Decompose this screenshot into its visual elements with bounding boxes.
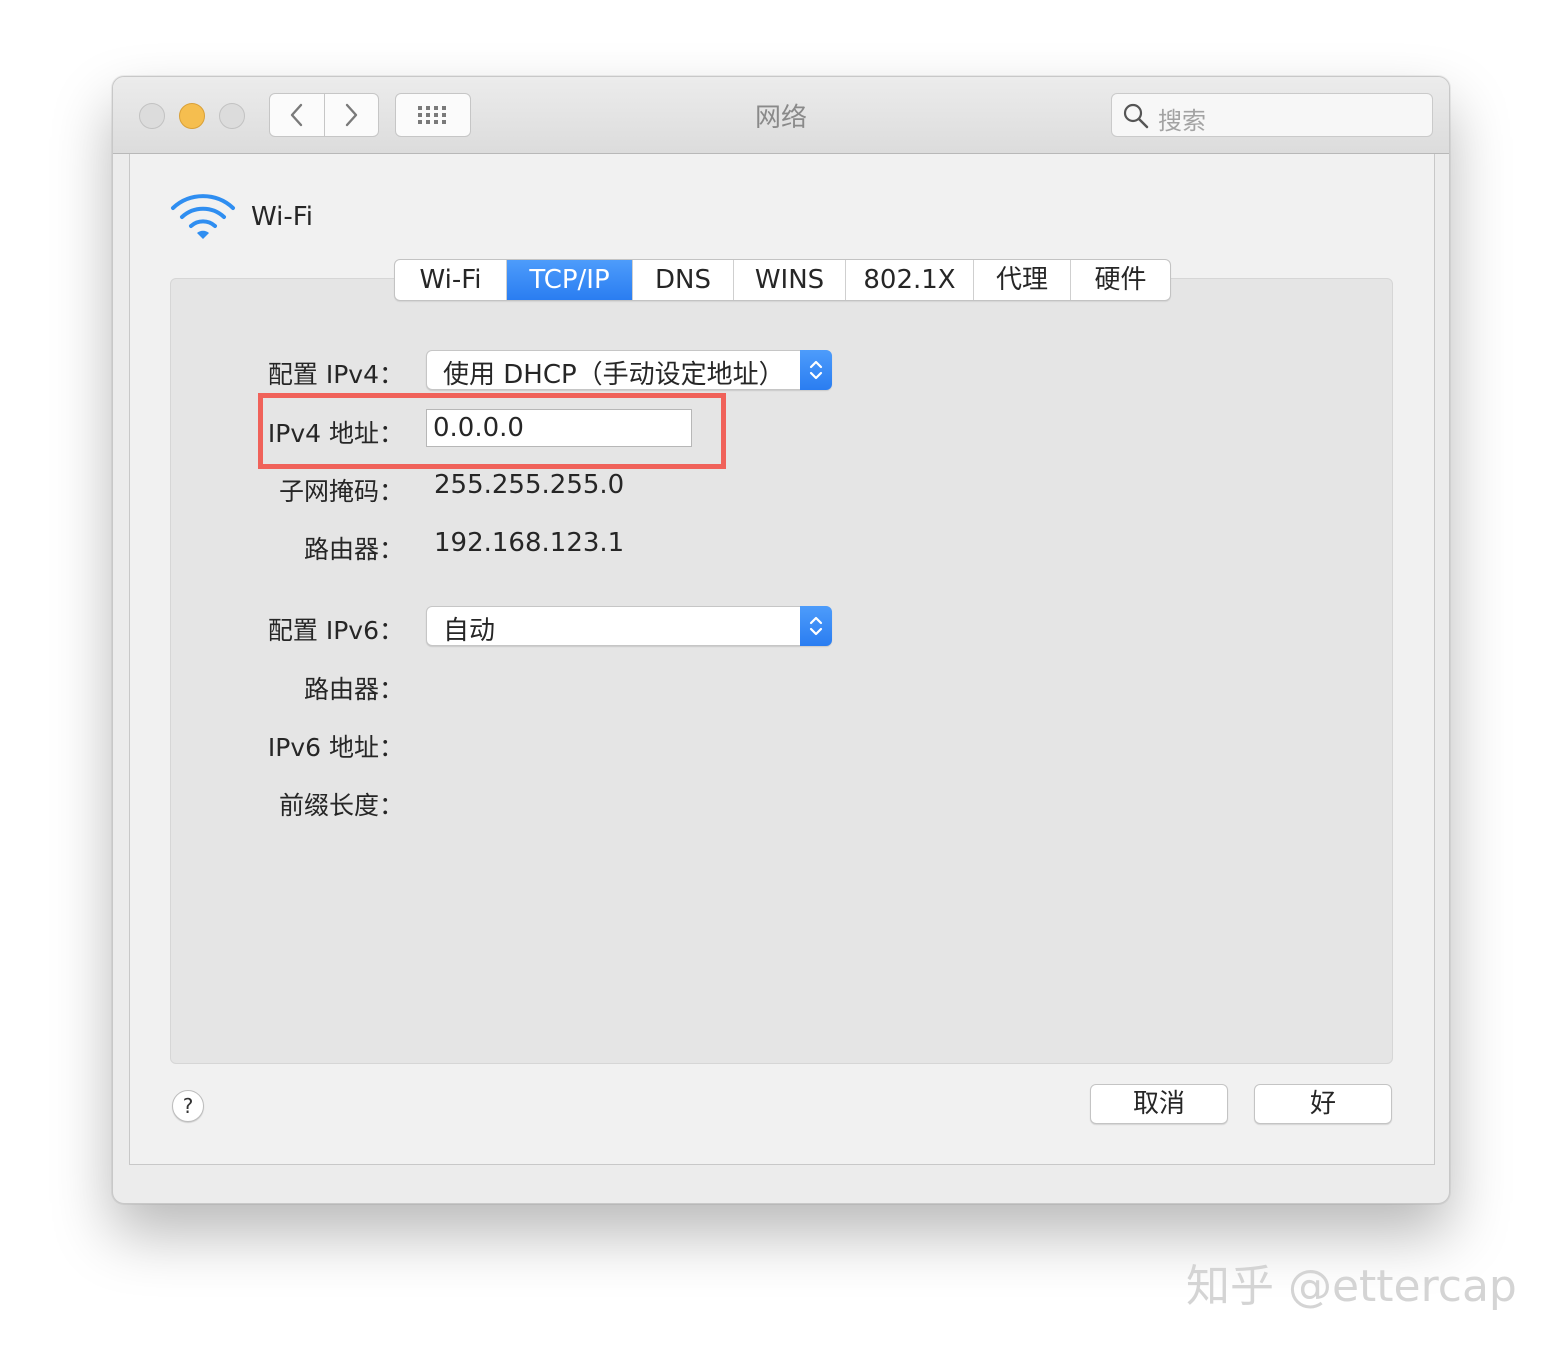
tab-wifi[interactable]: Wi-Fi <box>395 260 507 300</box>
configure-ipv6-value: 自动 <box>443 616 496 646</box>
configure-ipv4-label: 配置 IPv4： <box>267 360 404 389</box>
ipv6-router-label: 路由器： <box>303 675 404 704</box>
subnet-mask-label: 子网掩码： <box>278 477 404 506</box>
wifi-icon <box>171 194 235 239</box>
updown-chevron-icon <box>809 360 823 380</box>
popup-stepper <box>800 350 832 390</box>
search-icon <box>1123 103 1149 129</box>
tab-hardware[interactable]: 硬件 <box>1071 260 1170 300</box>
tab-proxy[interactable]: 代理 <box>974 260 1071 300</box>
ok-button[interactable]: 好 <box>1254 1084 1392 1124</box>
configure-ipv4-value: 使用 DHCP（手动设定地址） <box>443 360 785 390</box>
network-preferences-window: 网络 搜索 Wi-Fi Wi-Fi TCP/IP DNS WINS 802.1X… <box>112 76 1450 1204</box>
configure-ipv6-popup[interactable]: 自动 <box>426 606 832 646</box>
tab-tcpip[interactable]: TCP/IP <box>507 260 633 300</box>
advanced-settings-sheet: Wi-Fi Wi-Fi TCP/IP DNS WINS 802.1X 代理 硬件… <box>129 154 1435 1165</box>
updown-chevron-icon <box>809 616 823 636</box>
tab-wins[interactable]: WINS <box>734 260 846 300</box>
ipv4-address-value: 0.0.0.0 <box>433 413 524 443</box>
tab-dns[interactable]: DNS <box>633 260 734 300</box>
prefix-length-label: 前缀长度： <box>278 791 404 820</box>
search-placeholder: 搜索 <box>1158 107 1206 135</box>
service-name: Wi-Fi <box>251 202 314 232</box>
subnet-mask-value: 255.255.255.0 <box>434 470 625 500</box>
ipv4-address-label: IPv4 地址： <box>267 419 404 448</box>
ipv6-address-label: IPv6 地址： <box>267 733 404 762</box>
search-field[interactable]: 搜索 <box>1111 93 1433 137</box>
ipv4-router-label: 路由器： <box>303 535 404 564</box>
tab-8021x[interactable]: 802.1X <box>846 260 974 300</box>
tab-bar: Wi-Fi TCP/IP DNS WINS 802.1X 代理 硬件 <box>394 259 1171 301</box>
ipv4-router-value: 192.168.123.1 <box>434 528 625 558</box>
ipv4-address-field[interactable]: 0.0.0.0 <box>426 409 692 447</box>
title-bar: 网络 搜索 <box>113 77 1449 154</box>
configure-ipv4-popup[interactable]: 使用 DHCP（手动设定地址） <box>426 350 832 390</box>
popup-stepper <box>800 606 832 646</box>
configure-ipv6-label: 配置 IPv6： <box>267 616 404 645</box>
watermark: 知乎 @ettercap <box>1186 1261 1517 1312</box>
cancel-button[interactable]: 取消 <box>1090 1084 1228 1124</box>
help-button[interactable]: ? <box>172 1090 204 1122</box>
